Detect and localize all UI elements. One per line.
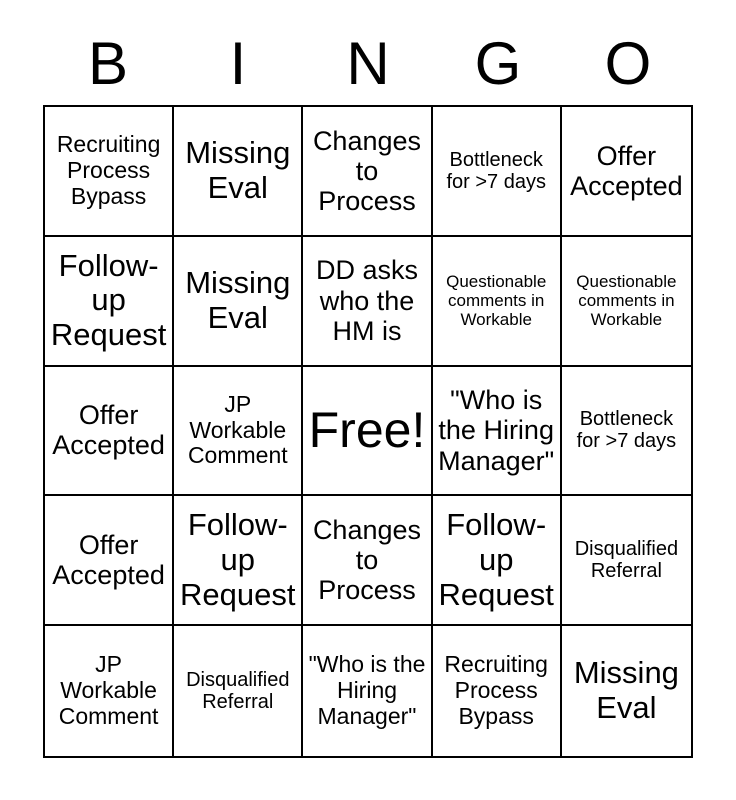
bingo-header-letter-b: B	[87, 30, 129, 97]
bingo-cell-label: Changes to Process	[312, 125, 422, 217]
bingo-cell-label: Follow-up Request	[180, 507, 296, 612]
bingo-header-letter-i: I	[229, 30, 247, 97]
bingo-cell[interactable]: Changes to Process	[303, 107, 433, 237]
bingo-cell[interactable]: "Who is the Hiring Manager"	[432, 366, 562, 497]
bingo-cell-label: Recruiting Process Bypass	[444, 651, 548, 729]
bingo-cell-label: Changes to Process	[312, 514, 422, 606]
bingo-cell-label: Questionable comments in Workable	[446, 272, 547, 330]
bingo-cell[interactable]: Recruiting Process Bypass	[45, 107, 175, 237]
bingo-cell[interactable]: Missing Eval	[174, 236, 304, 367]
bingo-cell-label: Follow-up Request	[50, 247, 167, 353]
bingo-cell[interactable]: Disqualified Referral	[561, 496, 691, 627]
bingo-cell-label: Disqualified Referral	[186, 668, 290, 714]
bingo-cell-label: Bottleneck for >7 days	[576, 408, 677, 453]
bingo-cell-label: Offer Accepted	[52, 530, 165, 591]
bingo-cell-label: JP Workable Comment	[187, 390, 288, 469]
bingo-cell-label: "Who is the Hiring Manager"	[438, 385, 555, 476]
bingo-cell-label: DD asks who the HM is	[315, 255, 418, 346]
bingo-cell[interactable]: Recruiting Process Bypass	[432, 626, 562, 756]
bingo-cell-label: Missing Eval	[573, 655, 679, 726]
bingo-cell-label: Offer Accepted	[52, 400, 165, 461]
bingo-cell[interactable]: Offer Accepted	[561, 107, 691, 237]
bingo-cell[interactable]: Changes to Process	[303, 496, 433, 627]
bingo-cell[interactable]: Missing Eval	[174, 107, 304, 237]
bingo-cell-label: JP Workable Comment	[58, 651, 159, 729]
bingo-cell[interactable]: DD asks who the HM is	[303, 236, 433, 367]
bingo-cell[interactable]: Follow-up Request	[45, 236, 175, 367]
bingo-cell-label: Follow-up Request	[438, 507, 554, 612]
bingo-card: B I N G O Recruiting Process Bypass Miss…	[0, 0, 736, 800]
bingo-cell[interactable]: Bottleneck for >7 days	[561, 366, 691, 497]
bingo-free-space-cell[interactable]: Free!	[303, 366, 433, 497]
bingo-cell[interactable]: Bottleneck for >7 days	[432, 107, 562, 237]
bingo-cell-label: Disqualified Referral	[574, 537, 679, 583]
bingo-cell[interactable]: Missing Eval	[561, 626, 691, 756]
bingo-header-letter-n: N	[346, 30, 390, 97]
bingo-cell[interactable]: Disqualified Referral	[174, 626, 304, 756]
bingo-cell-label: "Who is the Hiring Manager"	[308, 651, 426, 729]
bingo-cell[interactable]: Follow-up Request	[432, 496, 562, 627]
bingo-free-space-label: Free!	[308, 402, 426, 459]
bingo-grid: Recruiting Process Bypass Missing Eval C…	[43, 105, 693, 758]
bingo-header-row: B I N G O	[43, 28, 693, 100]
bingo-cell[interactable]: Follow-up Request	[174, 496, 304, 627]
bingo-header-letter-o: O	[604, 30, 652, 97]
bingo-cell-label: Missing Eval	[185, 264, 291, 335]
bingo-cell[interactable]: JP Workable Comment	[174, 366, 304, 497]
bingo-cell-label: Recruiting Process Bypass	[56, 131, 161, 209]
bingo-cell[interactable]: Offer Accepted	[45, 366, 175, 497]
bingo-cell[interactable]: Questionable comments in Workable	[561, 236, 691, 367]
bingo-cell-label: Bottleneck for >7 days	[446, 148, 546, 193]
bingo-cell[interactable]: "Who is the Hiring Manager"	[303, 626, 433, 756]
bingo-cell[interactable]: Questionable comments in Workable	[432, 236, 562, 367]
bingo-cell-label: Missing Eval	[185, 135, 291, 205]
bingo-cell-label: Questionable comments in Workable	[576, 272, 677, 330]
bingo-cell[interactable]: JP Workable Comment	[45, 626, 175, 756]
bingo-cell-label: Offer Accepted	[570, 140, 683, 201]
bingo-header-letter-g: G	[474, 30, 522, 97]
bingo-cell[interactable]: Offer Accepted	[45, 496, 175, 627]
